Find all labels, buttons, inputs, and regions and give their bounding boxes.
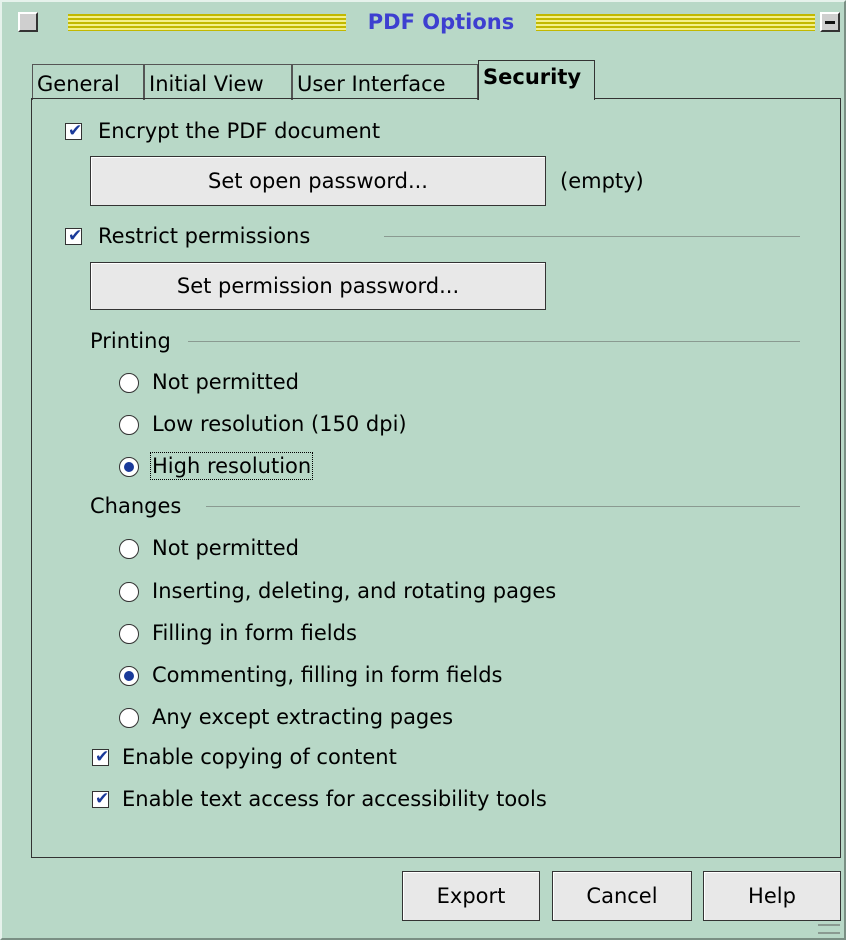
checkmark-icon: ✔: [68, 226, 83, 246]
restrict-permissions-checkbox[interactable]: ✔: [65, 226, 83, 246]
printing-low-resolution-radio[interactable]: [119, 415, 139, 435]
tab-user-interface[interactable]: User Interface: [292, 64, 478, 100]
changes-commenting-label[interactable]: Commenting, filling in form fields: [152, 663, 502, 687]
set-permission-password-button[interactable]: Set permission password...: [90, 262, 546, 310]
printing-separator: [188, 341, 800, 342]
set-open-password-button[interactable]: Set open password...: [90, 156, 546, 206]
printing-not-permitted-radio[interactable]: [119, 373, 139, 393]
printing-heading: Printing: [90, 329, 171, 353]
tab-initial-view[interactable]: Initial View: [144, 64, 292, 100]
resize-grip-icon[interactable]: [818, 924, 840, 934]
changes-insert-delete-rotate-radio[interactable]: [119, 582, 139, 602]
enable-copying-checkbox[interactable]: ✔: [92, 747, 110, 767]
checkmark-icon: ✔: [95, 747, 110, 767]
changes-separator: [206, 506, 800, 507]
title-stripes-right: [536, 14, 815, 31]
changes-any-except-extracting-label[interactable]: Any except extracting pages: [152, 705, 453, 729]
printing-not-permitted-label[interactable]: Not permitted: [152, 370, 299, 394]
changes-not-permitted-radio[interactable]: [119, 539, 139, 559]
minimize-icon[interactable]: [820, 12, 840, 32]
printing-high-resolution-radio[interactable]: [119, 457, 139, 477]
window-menu-icon[interactable]: [18, 12, 38, 32]
title-bar[interactable]: PDF Options: [10, 8, 840, 40]
enable-accessibility-checkbox[interactable]: ✔: [92, 789, 110, 809]
security-panel: [31, 98, 841, 858]
changes-not-permitted-label[interactable]: Not permitted: [152, 536, 299, 560]
printing-high-resolution-label[interactable]: High resolution: [149, 452, 314, 480]
enable-copying-label[interactable]: Enable copying of content: [122, 745, 397, 769]
help-button[interactable]: Help: [703, 871, 841, 921]
title-stripes-left: [68, 14, 346, 31]
changes-filling-form-fields-label[interactable]: Filling in form fields: [152, 621, 357, 645]
checkmark-icon: ✔: [95, 789, 110, 809]
changes-any-except-extracting-radio[interactable]: [119, 708, 139, 728]
export-button[interactable]: Export: [402, 871, 540, 921]
changes-commenting-radio[interactable]: [119, 666, 139, 686]
encrypt-checkbox[interactable]: ✔: [65, 121, 83, 141]
open-password-status: (empty): [560, 169, 644, 193]
cancel-button[interactable]: Cancel: [552, 871, 692, 921]
checkmark-icon: ✔: [68, 121, 83, 141]
restrict-separator: [384, 236, 800, 237]
printing-low-resolution-label[interactable]: Low resolution (150 dpi): [152, 412, 407, 436]
pdf-options-dialog: PDF Options General Initial View User In…: [0, 0, 846, 940]
restrict-permissions-label[interactable]: Restrict permissions: [98, 224, 310, 248]
changes-insert-delete-rotate-label[interactable]: Inserting, deleting, and rotating pages: [152, 579, 556, 603]
changes-filling-form-fields-radio[interactable]: [119, 624, 139, 644]
tab-security[interactable]: Security: [478, 60, 595, 100]
window-title: PDF Options: [367, 10, 515, 34]
enable-accessibility-label[interactable]: Enable text access for accessibility too…: [122, 787, 547, 811]
tab-general[interactable]: General: [32, 64, 144, 100]
encrypt-label[interactable]: Encrypt the PDF document: [98, 119, 380, 143]
changes-heading: Changes: [90, 494, 182, 518]
